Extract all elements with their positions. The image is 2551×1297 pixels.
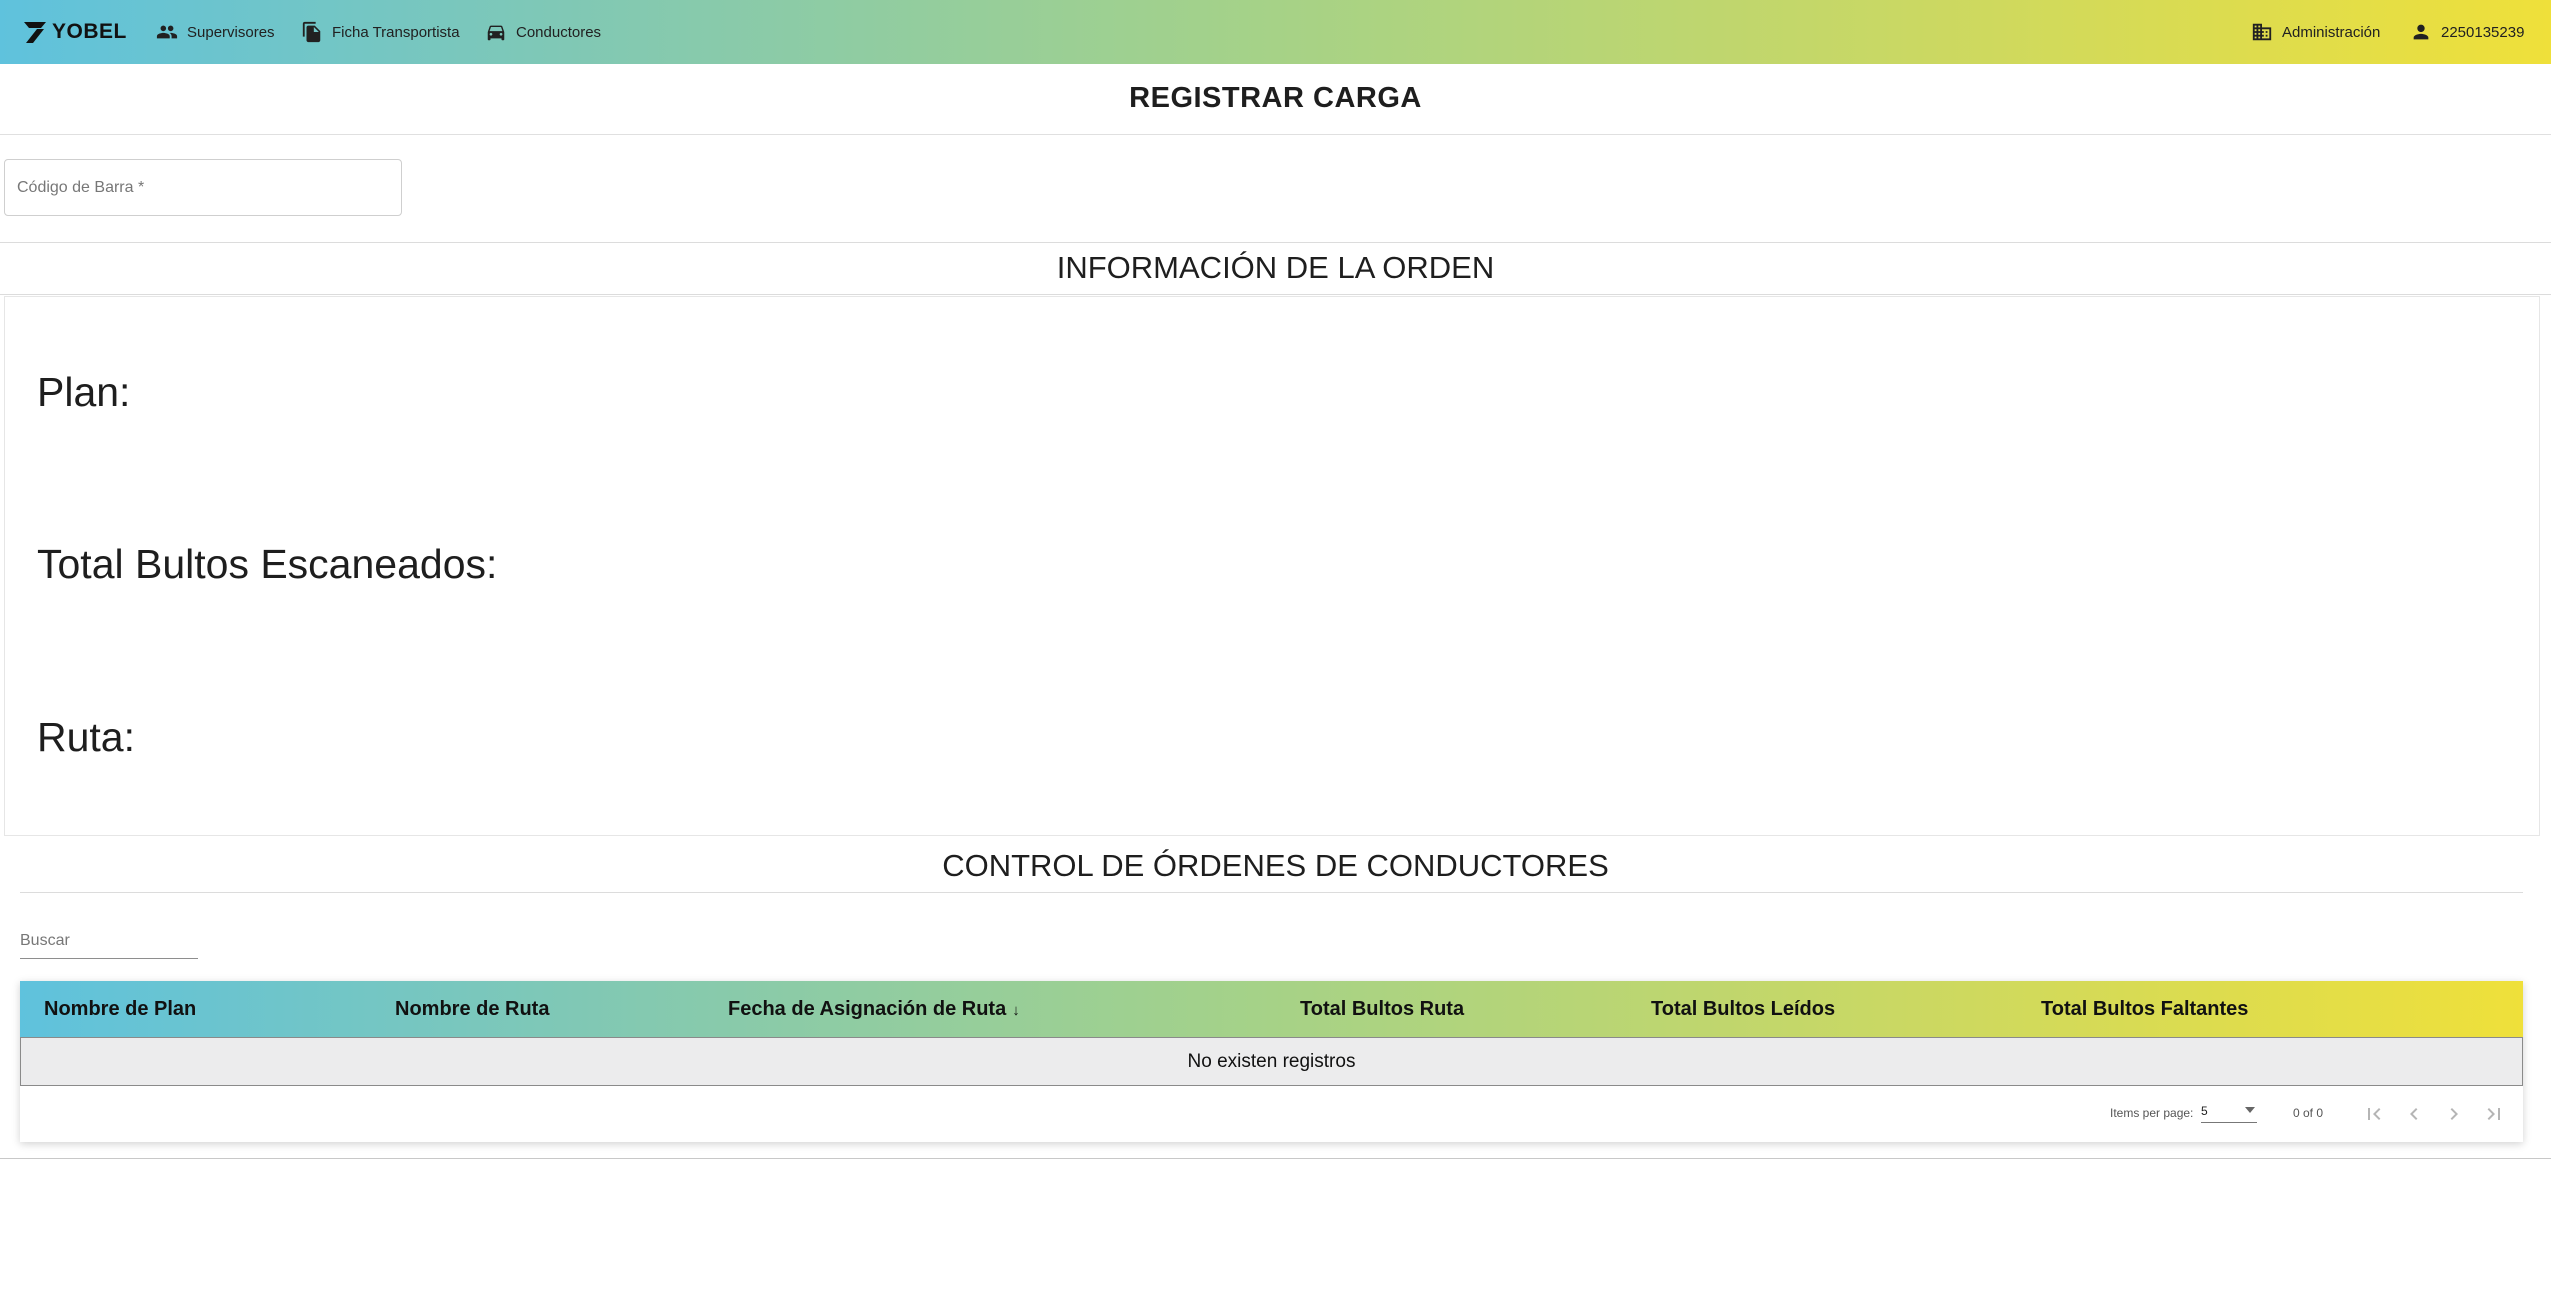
yobel-logo-icon: [24, 22, 46, 43]
chevron-right-icon: [2450, 1108, 2458, 1120]
control-title: CONTROL DE ÓRDENES DE CONDUCTORES: [942, 848, 1609, 883]
chevron-left-icon: [2410, 1108, 2418, 1120]
nav-item-conductores[interactable]: Conductores: [485, 18, 601, 46]
brand-logo[interactable]: YOBEL: [22, 16, 127, 48]
paginator: Items per page: 5 0 of 0: [20, 1086, 2523, 1142]
last-page-icon: [2487, 1108, 2500, 1120]
nav-item-ficha-transportista[interactable]: Ficha Transportista: [301, 18, 460, 46]
person-icon: [2413, 24, 2429, 40]
column-header-nombre-ruta[interactable]: Nombre de Ruta: [395, 981, 549, 1037]
orders-table: Nombre de Plan Nombre de Ruta Fecha de A…: [20, 981, 2523, 1142]
previous-page-button[interactable]: [2398, 1098, 2430, 1130]
barcode-field[interactable]: [4, 159, 402, 216]
order-info-card: Plan: Total Bultos Escaneados: Ruta:: [4, 296, 2540, 836]
nav-label-supervisores: Supervisores: [187, 23, 275, 41]
nav-label-administracion: Administración: [2282, 23, 2381, 41]
dropdown-caret-icon: [2245, 1107, 2255, 1113]
empty-table-message: No existen registros: [20, 1037, 2523, 1086]
barcode-input[interactable]: [5, 160, 387, 215]
divider: [0, 294, 2551, 295]
first-page-icon: [2368, 1108, 2381, 1120]
order-info-title: INFORMACIÓN DE LA ORDEN: [1056, 250, 1495, 285]
building-icon: [2252, 23, 2272, 41]
user-id-label: 2250135239: [2441, 23, 2525, 41]
top-navbar: YOBEL Supervisores Ficha Transportista C…: [0, 0, 2551, 64]
column-header-total-bultos-ruta[interactable]: Total Bultos Ruta: [1300, 981, 1464, 1037]
nav-item-administracion[interactable]: Administración: [2251, 18, 2380, 46]
divider: [0, 242, 2551, 243]
divider: [20, 892, 2523, 893]
nav-item-user[interactable]: 2250135239: [2410, 18, 2524, 46]
last-page-button[interactable]: [2478, 1098, 2510, 1130]
column-header-total-bultos-leidos[interactable]: Total Bultos Leídos: [1651, 981, 1835, 1037]
page-range-label: 0 of 0: [2293, 1106, 2324, 1120]
nav-label-ficha-transportista: Ficha Transportista: [332, 23, 460, 41]
search-input[interactable]: [20, 925, 198, 957]
items-per-page-label: Items per page:: [2110, 1106, 2194, 1120]
page-size-select[interactable]: 5: [2201, 1104, 2257, 1123]
bultos-escaneados-label: Total Bultos Escaneados:: [37, 541, 498, 587]
car-icon: [487, 25, 505, 41]
next-page-button[interactable]: [2438, 1098, 2470, 1130]
first-page-button[interactable]: [2358, 1098, 2390, 1130]
column-header-fecha-asignacion[interactable]: Fecha de Asignación de Ruta ↓: [728, 981, 1020, 1037]
page-size-value: 5: [2201, 1104, 2208, 1118]
nav-item-supervisores[interactable]: Supervisores: [156, 18, 275, 46]
ruta-label: Ruta:: [37, 714, 135, 760]
sort-arrow-down-icon: ↓: [1012, 1002, 1020, 1019]
search-field[interactable]: [20, 925, 198, 959]
plan-label: Plan:: [37, 369, 131, 415]
page-title: REGISTRAR CARGA: [1129, 82, 1422, 114]
table-header-row: Nombre de Plan Nombre de Ruta Fecha de A…: [20, 981, 2523, 1037]
file-copy-icon: [302, 21, 321, 43]
column-header-total-bultos-faltantes[interactable]: Total Bultos Faltantes: [2041, 981, 2248, 1037]
group-icon: [156, 25, 178, 39]
footer-divider: [0, 1158, 2551, 1159]
nav-label-conductores: Conductores: [516, 23, 602, 41]
brand-name: YOBEL: [52, 20, 127, 43]
column-header-nombre-plan[interactable]: Nombre de Plan: [44, 981, 196, 1037]
